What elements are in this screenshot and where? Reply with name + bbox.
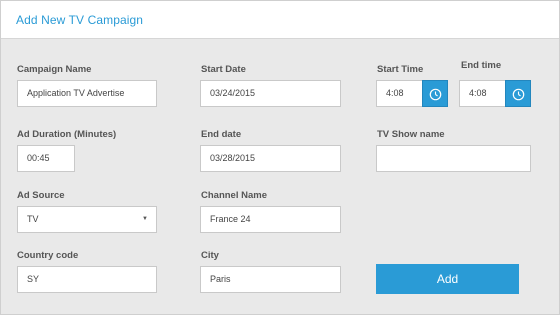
end-time-input[interactable]: 4:08 [459,80,507,107]
start-date-label: Start Date [201,64,246,75]
country-code-input[interactable]: SY [17,266,157,293]
start-time-label: Start Time [377,64,424,75]
tv-show-name-input[interactable] [376,145,531,172]
campaign-name-label: Campaign Name [17,64,92,75]
tv-show-name-label: TV Show name [377,129,445,140]
start-date-input[interactable]: 03/24/2015 [200,80,341,107]
end-date-label: End date [201,129,242,140]
ad-source-select[interactable]: TV ▼ [17,206,157,233]
campaign-form-panel: Add New TV Campaign Campaign Name Applic… [0,0,560,315]
ad-source-value: TV [27,214,39,224]
city-input[interactable]: Paris [200,266,341,293]
add-button[interactable]: Add [376,264,519,294]
clock-icon [512,88,525,100]
clock-icon [429,88,442,100]
country-code-label: Country code [17,250,79,261]
panel-header: Add New TV Campaign [1,1,559,39]
ad-duration-input[interactable]: 00:45 [17,145,75,172]
end-time-picker-button[interactable] [505,80,531,107]
caret-down-icon: ▼ [142,216,148,222]
page-title: Add New TV Campaign [16,13,144,27]
channel-name-input[interactable]: France 24 [200,206,341,233]
ad-duration-label: Ad Duration (Minutes) [17,129,117,140]
ad-source-label: Ad Source [17,190,65,201]
channel-name-label: Channel Name [201,190,267,201]
end-date-input[interactable]: 03/28/2015 [200,145,341,172]
start-time-picker-button[interactable] [422,80,448,107]
end-time-label: End time [461,60,502,71]
city-label: City [201,250,219,261]
campaign-name-input[interactable]: Application TV Advertise [17,80,157,107]
start-time-input[interactable]: 4:08 [376,80,424,107]
